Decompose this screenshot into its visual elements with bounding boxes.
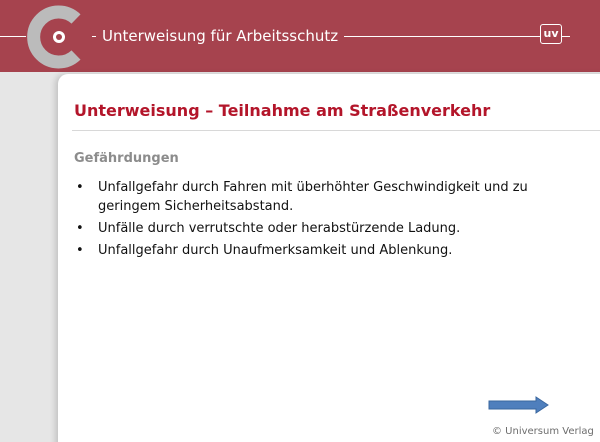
header-title: Unterweisung für Arbeitsschutz xyxy=(96,25,345,47)
bullet-item: • Unfallgefahr durch Unaufmerksamkeit un… xyxy=(74,241,574,260)
circular-c-logo-icon xyxy=(26,4,92,70)
slide-panel: Unterweisung – Teilnahme am Straßenverke… xyxy=(58,74,600,442)
bullet-text: Unfallgefahr durch Unaufmerksamkeit und … xyxy=(98,243,453,258)
page: Unterweisung für Arbeitsschutz uv Unterw… xyxy=(0,0,600,442)
header-bar: Unterweisung für Arbeitsschutz uv xyxy=(0,0,600,72)
section-heading: Gefährdungen xyxy=(74,151,179,166)
copyright-text: © Universum Verlag xyxy=(492,426,594,437)
bullet-list: • Unfallgefahr durch Fahren mit überhöht… xyxy=(74,178,574,263)
uv-logo-badge: uv xyxy=(540,24,562,44)
bullet-text: Unfallgefahr durch Fahren mit überhöhter… xyxy=(98,180,528,214)
slide-title: Unterweisung – Teilnahme am Straßenverke… xyxy=(74,101,491,120)
right-arrow-icon[interactable] xyxy=(488,396,550,414)
bullet-text: Unfälle durch verrutschte oder herabstür… xyxy=(98,221,461,236)
bullet-item: • Unfälle durch verrutschte oder herabst… xyxy=(74,219,574,238)
bullet-item: • Unfallgefahr durch Fahren mit überhöht… xyxy=(74,178,574,216)
bullet-mark: • xyxy=(76,180,84,195)
bullet-mark: • xyxy=(76,243,84,258)
bullet-mark: • xyxy=(76,221,84,236)
title-divider xyxy=(72,130,600,131)
